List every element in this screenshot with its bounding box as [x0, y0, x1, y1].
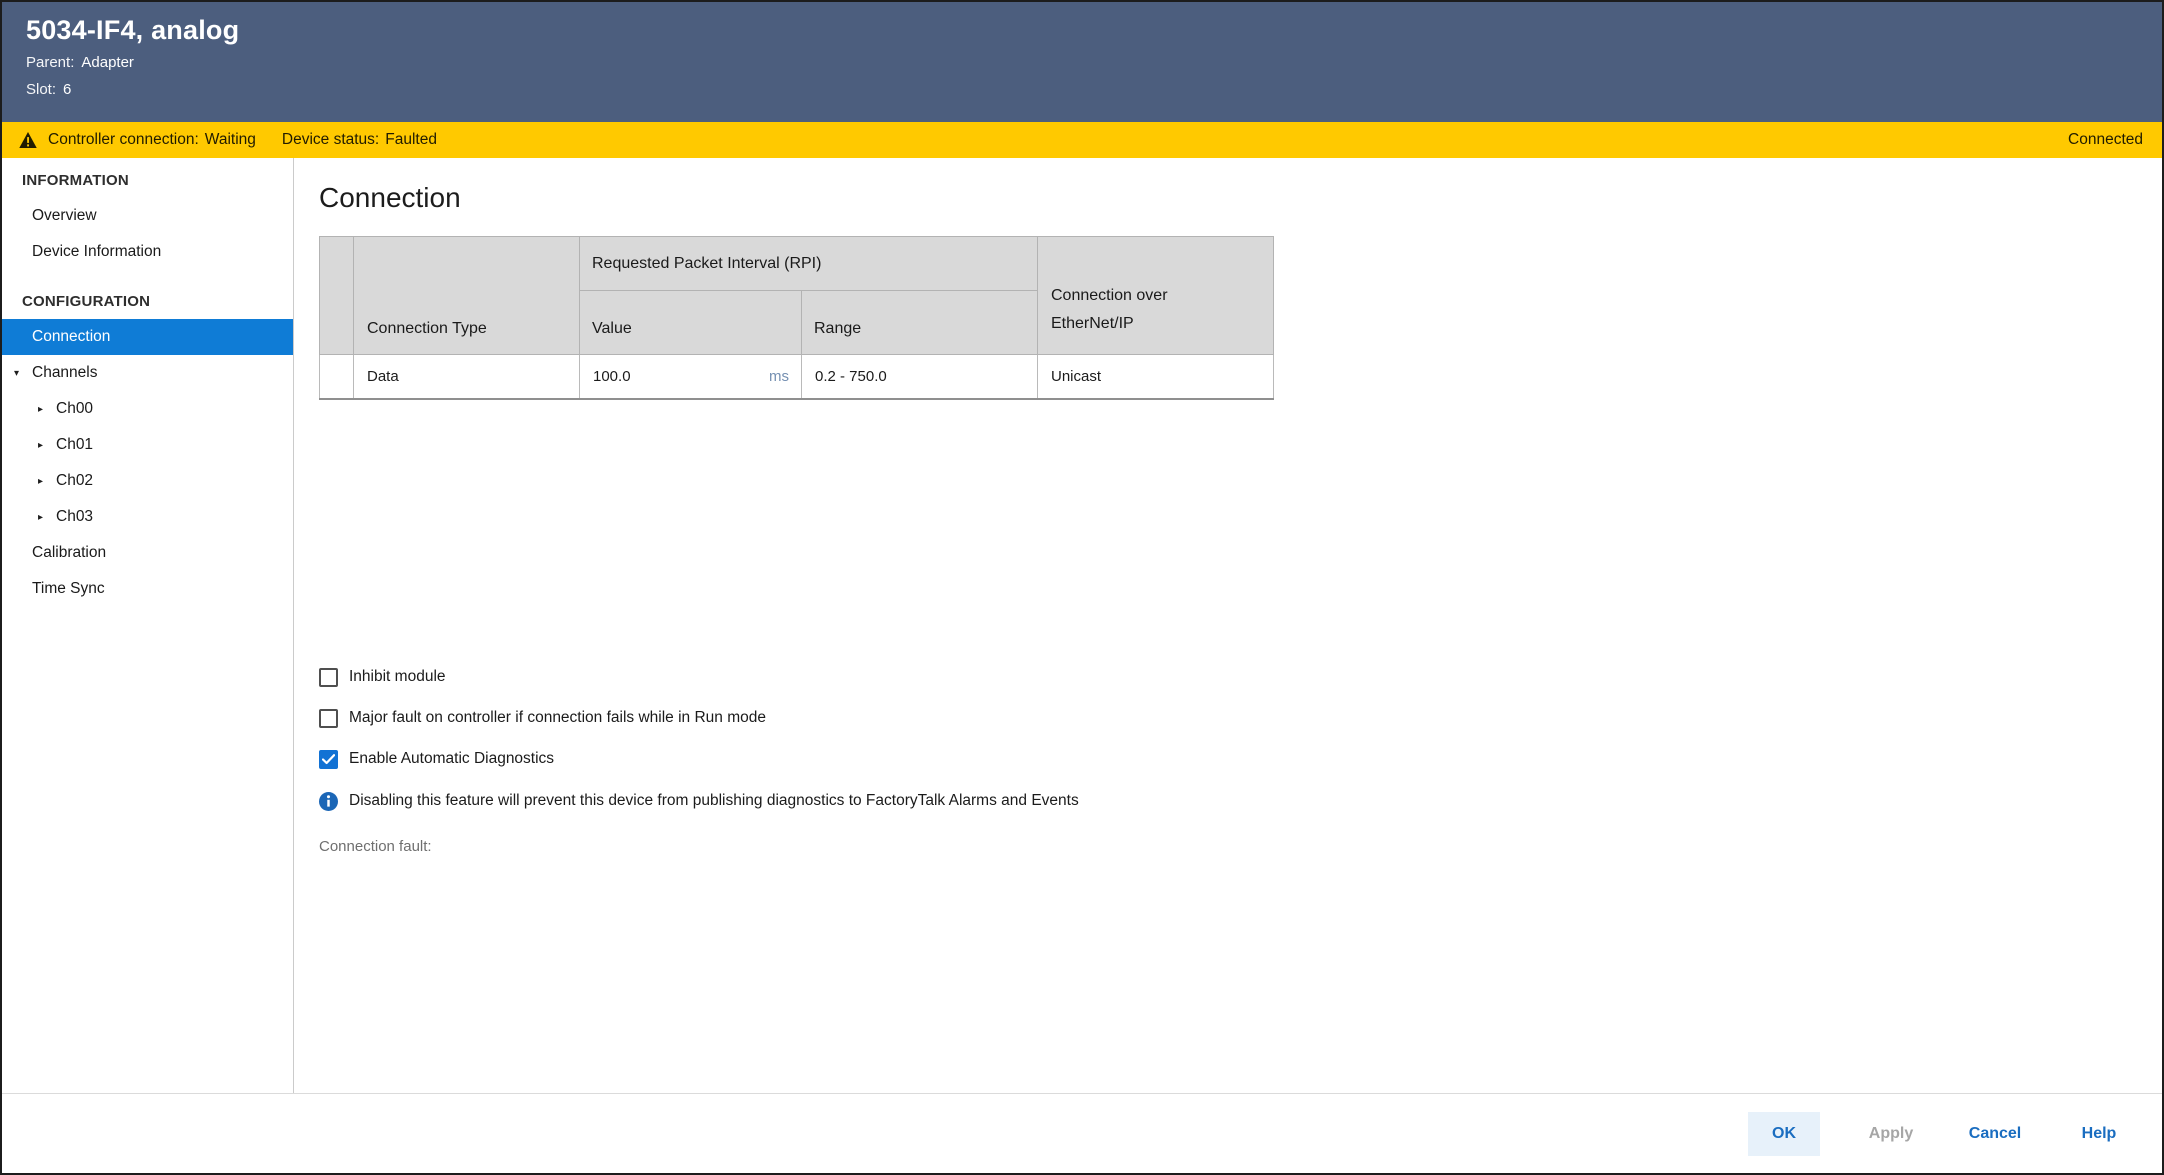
help-button[interactable]: Help — [2066, 1125, 2132, 1143]
sidebar-item-overview[interactable]: Overview — [2, 198, 293, 234]
connection-page: Connection Connection Type Requested Pac… — [294, 158, 2162, 1093]
controller-connection-label: Controller connection: — [48, 131, 199, 149]
chevron-right-icon: ▸ — [38, 404, 50, 415]
diagnostics-info-text: Disabling this feature will prevent this… — [349, 792, 1079, 810]
col-group-rpi: Requested Packet Interval (RPI) — [580, 237, 1038, 291]
major-fault-label: Major fault on controller if connection … — [349, 709, 766, 727]
col-header-connection-over-ethernetip: Connection over EtherNet/IP — [1038, 237, 1274, 355]
sidebar-item-label: Overview — [32, 207, 97, 225]
sidebar-item-label: Device Information — [32, 243, 161, 261]
major-fault-row: Major fault on controller if connection … — [319, 708, 2162, 729]
parent-label: Parent: — [26, 54, 74, 71]
connection-over-cell[interactable]: Unicast — [1038, 355, 1274, 399]
chevron-right-icon: ▸ — [38, 440, 50, 451]
controller-connection-status: Controller connection: Waiting — [48, 131, 256, 149]
module-properties-window: 5034-IF4, analog Parent: Adapter Slot: 6 C… — [0, 0, 2164, 1175]
sidebar-item-label: Ch00 — [56, 400, 93, 418]
enable-automatic-diagnostics-label: Enable Automatic Diagnostics — [349, 750, 554, 768]
sidebar-gap — [2, 270, 293, 283]
module-header: 5034-IF4, analog Parent: Adapter Slot: 6 — [2, 2, 2162, 122]
diagnostics-info-row: Disabling this feature will prevent this… — [319, 791, 2162, 812]
row-selector-cell[interactable] — [320, 355, 354, 399]
navigation-sidebar: INFORMATION Overview Device Information … — [2, 158, 294, 1093]
connection-options: Inhibit module Major fault on controller… — [319, 667, 2162, 855]
sidebar-item-device-information[interactable]: Device Information — [2, 234, 293, 270]
device-status-value: Faulted — [385, 131, 437, 149]
inhibit-module-label: Inhibit module — [349, 668, 446, 686]
controller-connection-value: Waiting — [205, 131, 256, 149]
connection-fault-label: Connection fault: — [319, 838, 2162, 855]
col-header-range: Range — [802, 291, 1038, 355]
checkmark-icon — [322, 754, 335, 765]
device-status-label: Device status: — [282, 131, 379, 149]
section-configuration: CONFIGURATION — [2, 283, 293, 319]
section-information: INFORMATION — [2, 162, 293, 198]
slot-line: Slot: 6 — [26, 80, 2162, 100]
cancel-button[interactable]: Cancel — [1962, 1125, 2028, 1143]
info-icon — [319, 792, 338, 811]
col-header-label: Connection over EtherNet/IP — [1051, 282, 1201, 338]
dialog-footer: OK Apply Cancel Help — [2, 1093, 2162, 1173]
rpi-value-cell[interactable]: 100.0 ms — [580, 355, 802, 399]
sidebar-item-label: Ch02 — [56, 472, 93, 490]
parent-value: Adapter — [81, 54, 134, 71]
sidebar-item-ch02[interactable]: ▸ Ch02 — [2, 463, 293, 499]
chevron-down-icon: ▾ — [14, 368, 26, 379]
sidebar-item-label: Channels — [32, 364, 98, 382]
sidebar-item-label: Calibration — [32, 544, 106, 562]
parent-line: Parent: Adapter — [26, 53, 2162, 73]
slot-value: 6 — [63, 81, 71, 98]
device-status: Device status: Faulted — [282, 131, 437, 149]
sidebar-item-label: Ch01 — [56, 436, 93, 454]
table-row: Data 100.0 ms 0.2 - 750.0 Unicast — [320, 355, 1274, 399]
chevron-right-icon: ▸ — [38, 512, 50, 523]
connection-type-cell: Data — [354, 355, 580, 399]
major-fault-checkbox[interactable] — [319, 709, 338, 728]
connected-status: Connected — [2068, 131, 2143, 149]
warning-icon — [19, 132, 37, 148]
rpi-unit: ms — [769, 368, 789, 385]
sidebar-item-label: Ch03 — [56, 508, 93, 526]
connection-table: Connection Type Requested Packet Interva… — [319, 236, 1274, 400]
sidebar-item-channels[interactable]: ▾ Channels — [2, 355, 293, 391]
inhibit-module-row: Inhibit module — [319, 667, 2162, 688]
row-selector-header — [320, 237, 354, 355]
status-alert-bar: Controller connection: Waiting Device st… — [2, 122, 2162, 158]
page-title: Connection — [319, 182, 2162, 214]
sidebar-item-time-sync[interactable]: Time Sync — [2, 571, 293, 607]
enable-automatic-diagnostics-checkbox[interactable] — [319, 750, 338, 769]
sidebar-item-calibration[interactable]: Calibration — [2, 535, 293, 571]
col-header-value: Value — [580, 291, 802, 355]
slot-label: Slot: — [26, 81, 56, 98]
sidebar-item-ch03[interactable]: ▸ Ch03 — [2, 499, 293, 535]
apply-button[interactable]: Apply — [1858, 1125, 1924, 1143]
rpi-value[interactable]: 100.0 — [593, 368, 631, 385]
sidebar-item-label: Connection — [32, 328, 110, 346]
sidebar-item-label: Time Sync — [32, 580, 105, 598]
rpi-range-cell: 0.2 - 750.0 — [802, 355, 1038, 399]
col-header-connection-type: Connection Type — [354, 237, 580, 355]
chevron-right-icon: ▸ — [38, 476, 50, 487]
sidebar-item-connection[interactable]: Connection — [2, 319, 293, 355]
enable-automatic-diagnostics-row: Enable Automatic Diagnostics — [319, 749, 2162, 770]
sidebar-item-ch00[interactable]: ▸ Ch00 — [2, 391, 293, 427]
ok-button[interactable]: OK — [1748, 1112, 1820, 1156]
inhibit-module-checkbox[interactable] — [319, 668, 338, 687]
module-title: 5034-IF4, analog — [26, 15, 2162, 46]
sidebar-item-ch01[interactable]: ▸ Ch01 — [2, 427, 293, 463]
